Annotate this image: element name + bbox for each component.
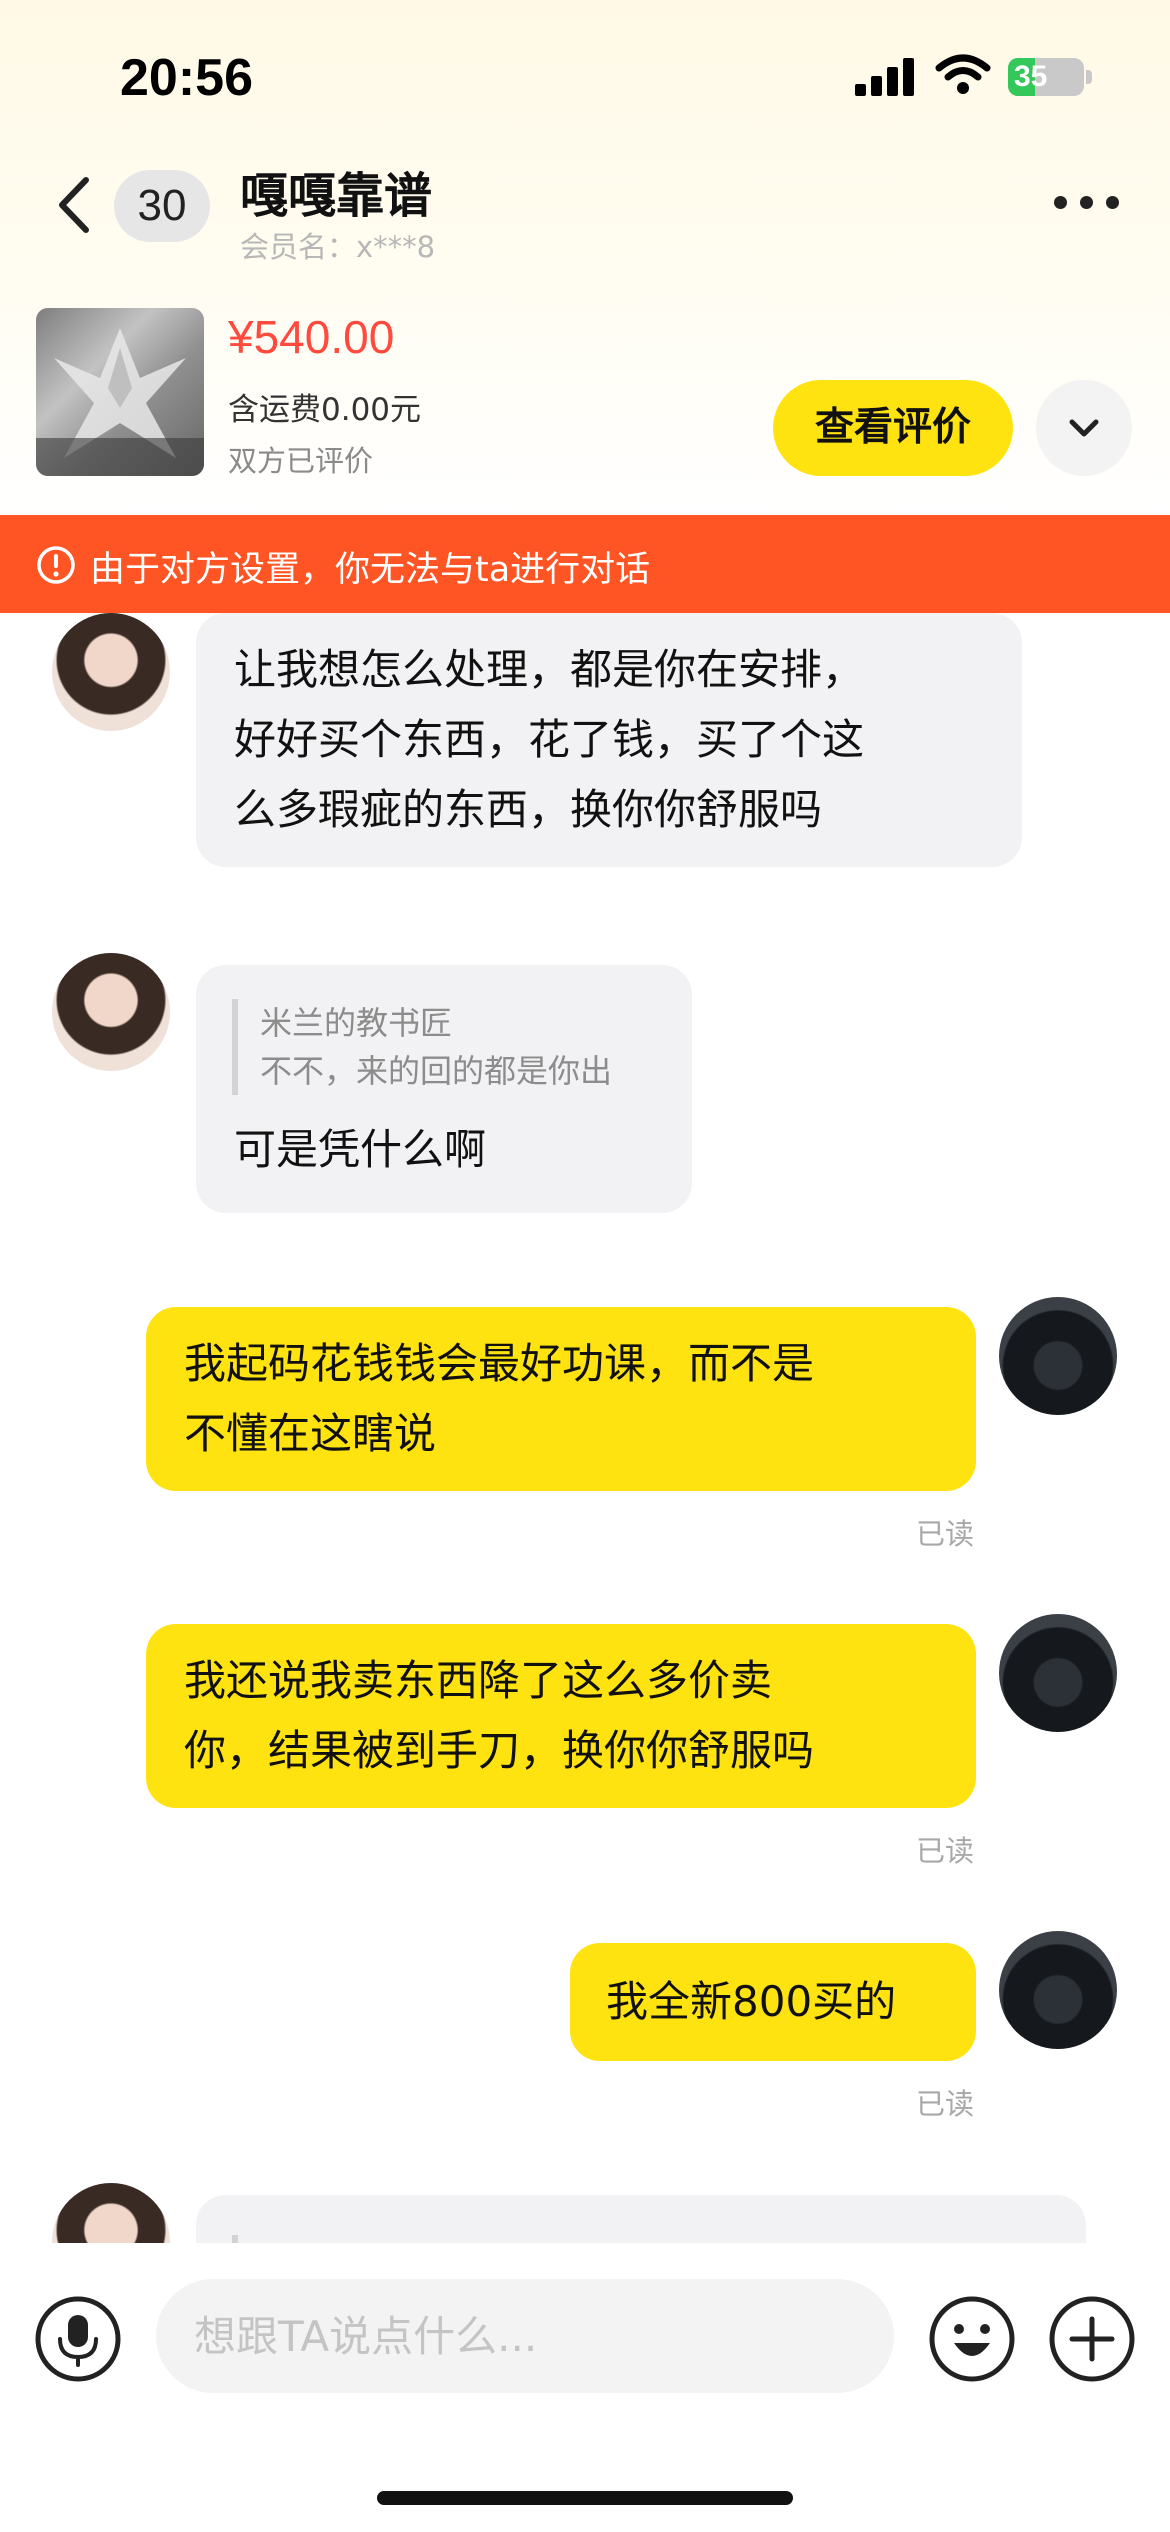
microphone-icon[interactable] — [34, 2295, 122, 2383]
message-text: 可是凭什么啊 — [234, 1125, 487, 1174]
chat-header: 30 嘎嘎靠谱 会员名：x***8 — [0, 150, 1170, 280]
message-line: 你，结果被到手刀，换你你舒服吗 — [184, 1726, 815, 1775]
plus-icon[interactable] — [1048, 2295, 1136, 2383]
message-input-bar — [0, 2243, 1170, 2532]
status-bar: 20:56 35 — [0, 0, 1170, 150]
contact-avatar[interactable] — [52, 953, 170, 1071]
message-bubble[interactable]: 我还说我卖东西降了这么多价卖 你，结果被到手刀，换你你舒服吗 — [146, 1624, 976, 1808]
message-line: 不懂在这瞎说 — [184, 1409, 437, 1458]
message-line: 让我想怎么处理，都是你在安排， — [234, 645, 865, 694]
battery-cap — [1086, 70, 1092, 84]
review-status: 双方已评价 — [228, 444, 374, 478]
message-line: 么多瑕疵的东西，换你你舒服吗 — [234, 785, 823, 834]
ellipsis-icon[interactable] — [1054, 188, 1124, 218]
wifi-icon — [935, 54, 991, 94]
message-line: 我起码花钱钱会最好功课，而不是 — [184, 1339, 815, 1388]
home-indicator[interactable] — [377, 2491, 793, 2505]
read-status: 已读 — [916, 1834, 975, 1868]
message-list[interactable]: 让我想怎么处理，都是你在安排， 好好买个东西，花了钱，买了个这 么多瑕疵的东西，… — [0, 613, 1170, 2243]
product-image[interactable] — [36, 308, 204, 476]
my-avatar[interactable] — [999, 1931, 1117, 2049]
message-line: 我还说我卖东西降了这么多价卖 — [184, 1656, 773, 1705]
message-bubble[interactable]: 米兰的教书匠 — [196, 2195, 1086, 2243]
message-text: 我还说我卖东西降了这么多价卖 你，结果被到手刀，换你你舒服吗 — [184, 1646, 946, 1786]
contact-avatar[interactable] — [52, 613, 170, 731]
message-text: 我起码花钱钱会最好功课，而不是 不懂在这瞎说 — [184, 1329, 946, 1469]
alert-circle-icon — [37, 546, 75, 584]
battery-level: 35 — [1014, 60, 1048, 93]
message-input[interactable] — [156, 2279, 894, 2393]
read-status: 已读 — [916, 1517, 975, 1551]
battery-icon: 35 — [1008, 58, 1084, 96]
contact-avatar[interactable] — [52, 2183, 170, 2243]
quoted-message[interactable]: 米兰的教书匠 不不，来的回的都是你出 — [232, 999, 612, 1095]
message-text: 我全新800买的 — [606, 1977, 897, 2026]
message-text: 让我想怎么处理，都是你在安排， 好好买个东西，花了钱，买了个这 么多瑕疵的东西，… — [234, 635, 992, 845]
message-bubble[interactable]: 我全新800买的 — [570, 1943, 976, 2061]
message-bubble[interactable]: 米兰的教书匠 不不，来的回的都是你出 可是凭什么啊 — [196, 965, 692, 1213]
blocked-warning-banner: 由于对方设置，你无法与ta进行对话 — [0, 515, 1170, 613]
quoted-message[interactable]: 米兰的教书匠 — [232, 2235, 452, 2243]
my-avatar[interactable] — [999, 1614, 1117, 1732]
quote-text: 不不，来的回的都是你出 — [260, 1052, 613, 1090]
my-avatar[interactable] — [999, 1297, 1117, 1415]
status-time: 20:56 — [120, 49, 253, 107]
product-figure-icon — [36, 308, 204, 476]
product-card[interactable]: ¥540.00 含运费0.00元 双方已评价 查看评价 — [0, 300, 1170, 500]
quote-author: 米兰的教书匠 — [260, 1004, 453, 1042]
shipping-fee: 含运费0.00元 — [228, 392, 422, 428]
signal-icon — [855, 58, 914, 96]
message-bubble[interactable]: 让我想怎么处理，都是你在安排， 好好买个东西，花了钱，买了个这 么多瑕疵的东西，… — [196, 613, 1022, 867]
view-review-button[interactable]: 查看评价 — [773, 380, 1013, 476]
chevron-left-icon[interactable] — [50, 170, 100, 240]
chevron-down-icon[interactable] — [1036, 380, 1132, 476]
emoji-icon[interactable] — [928, 2295, 1016, 2383]
read-status: 已读 — [916, 2087, 975, 2121]
warning-text: 由于对方设置，你无法与ta进行对话 — [90, 550, 651, 590]
message-line: 好好买个东西，花了钱，买了个这 — [234, 715, 865, 764]
product-price: ¥540.00 — [228, 311, 395, 363]
member-name: 会员名：x***8 — [240, 230, 436, 264]
message-bubble[interactable]: 我起码花钱钱会最好功课，而不是 不懂在这瞎说 — [146, 1307, 976, 1491]
contact-name[interactable]: 嘎嘎靠谱 — [240, 156, 432, 226]
quote-author: 米兰的教书匠 — [260, 2235, 452, 2243]
unread-count-badge[interactable]: 30 — [114, 170, 210, 242]
